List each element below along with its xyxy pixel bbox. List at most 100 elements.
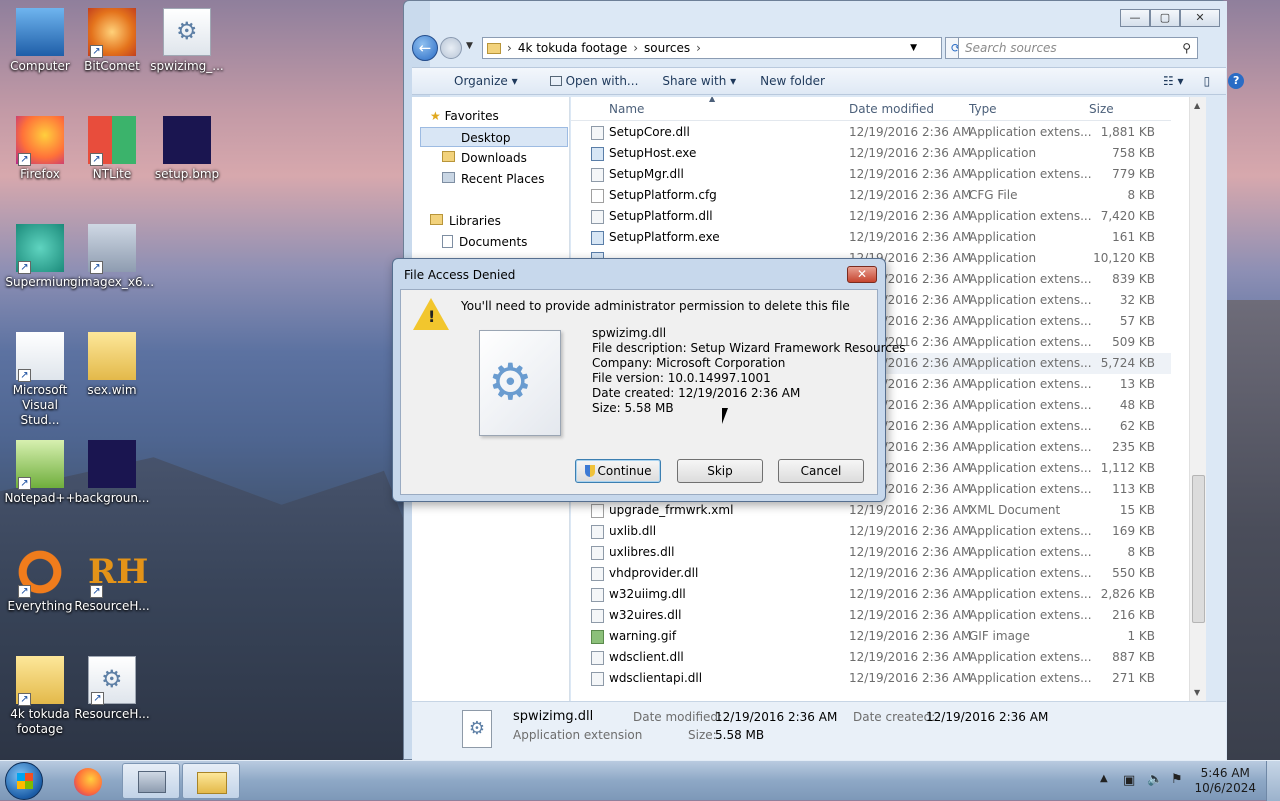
desktop-icon-label: 4k tokuda footage [10, 707, 70, 736]
file-row[interactable]: wdsclient.dll 12/19/2016 2:36 AM Applicati… [571, 647, 1171, 668]
forward-button[interactable] [440, 37, 462, 59]
desktop-icon[interactable]: sex.wim [74, 332, 150, 398]
dll-file-icon [591, 588, 604, 602]
file-row[interactable]: warning.gif 12/19/2016 2:36 AM GIF image 1 … [571, 626, 1171, 647]
desktop-icon-label: backgroun... [74, 491, 150, 505]
file-info: spwizimg.dll File description: Setup Wiz… [592, 326, 905, 416]
exe-file-icon [591, 231, 604, 245]
desktop-icon[interactable]: ⚙ spwizimg_... [149, 8, 225, 74]
nav-downloads[interactable]: Downloads [442, 148, 527, 168]
file-row[interactable]: SetupHost.exe 12/19/2016 2:36 AM Applicati… [571, 143, 1171, 164]
desktop-icon[interactable]: ↗ Firefox [2, 116, 78, 182]
dll-file-icon [591, 525, 604, 539]
search-input[interactable]: Search sources ⚲ [958, 37, 1198, 59]
recent-pages-icon[interactable]: ▼ [466, 41, 473, 51]
desktop-icon[interactable]: setup.bmp [149, 116, 225, 182]
file-row[interactable]: w32uiimg.dll 12/19/2016 2:36 AM Applicatio… [571, 584, 1171, 605]
file-size: 32 KB [1119, 293, 1155, 307]
desktop-icon[interactable]: ↗ Microsoft Visual Stud... [2, 332, 78, 428]
file-size: 216 KB [1112, 608, 1155, 622]
file-info-description: File description: Setup Wizard Framework… [592, 341, 906, 355]
column-date[interactable]: Date modified [849, 102, 934, 116]
file-size: 839 KB [1112, 272, 1155, 286]
details-pane: ⚙ spwizimg.dll Application extension Dat… [412, 701, 1226, 761]
continue-button[interactable]: Continue [575, 459, 661, 483]
file-row[interactable]: vhdprovider.dll 12/19/2016 2:36 AM Applica… [571, 563, 1171, 584]
file-type: Application [969, 251, 1037, 265]
taskbar-explorer[interactable] [182, 763, 240, 799]
file-row[interactable]: SetupPlatform.cfg 12/19/2016 2:36 AM CFG F… [571, 185, 1171, 206]
desktop-icon[interactable]: ↗ Notepad++ [2, 440, 78, 506]
scroll-up-icon[interactable]: ▲ [1194, 101, 1200, 110]
desktop-icon[interactable]: ↗ Everything [2, 548, 78, 614]
file-type: Application extens... [969, 461, 1092, 475]
back-button[interactable]: ← [412, 35, 438, 61]
maximize-button[interactable]: ▢ [1150, 9, 1180, 27]
desktop-icon[interactable]: ↗ 4k tokuda footage [2, 656, 78, 737]
file-size: 1,881 KB [1100, 125, 1155, 139]
file-row[interactable]: SetupPlatform.dll 12/19/2016 2:36 AM Appli… [571, 206, 1171, 227]
dialog-close-button[interactable]: ✕ [847, 266, 877, 283]
start-button[interactable] [5, 762, 43, 800]
file-row[interactable]: uxlib.dll 12/19/2016 2:36 AM Application e… [571, 521, 1171, 542]
dll-file-icon [591, 168, 604, 182]
nav-desktop[interactable]: Desktop [420, 127, 568, 147]
action-center-icon[interactable]: ▣ [1123, 773, 1135, 788]
desktop-icon[interactable]: ⚙ ↗ ResourceH... [74, 656, 150, 722]
file-list-scrollbar[interactable]: ▲ ▼ [1189, 97, 1206, 701]
show-desktop-button[interactable] [1266, 761, 1280, 801]
nav-favorites[interactable]: ★ Favorites [430, 106, 499, 126]
share-with-button[interactable]: Share with ▾ [650, 74, 748, 88]
desktop-icon[interactable]: Computer [2, 8, 78, 74]
breadcrumb-folder[interactable]: 4k tokuda footage [518, 41, 627, 55]
volume-icon[interactable]: 🔈 [1147, 772, 1163, 787]
notepadpp-icon: ↗ [16, 440, 64, 490]
skip-button[interactable]: Skip [677, 459, 763, 483]
flag-icon[interactable]: ⚑ [1171, 772, 1183, 787]
scroll-down-icon[interactable]: ▼ [1194, 688, 1200, 697]
column-size[interactable]: Size [1089, 102, 1114, 116]
desktop-icon-label: spwizimg_... [150, 59, 224, 73]
view-options-icon[interactable]: ☷ ▾ [1151, 74, 1196, 88]
address-bar[interactable]: › 4k tokuda footage › sources › ▼ [482, 37, 942, 59]
nav-libraries-label: Libraries [449, 214, 501, 228]
show-hidden-icons[interactable]: ▲ [1100, 773, 1108, 784]
scrollbar-thumb[interactable] [1192, 475, 1205, 623]
address-dropdown-icon[interactable]: ▼ [910, 43, 917, 53]
desktop-icon[interactable]: RH ↗ ResourceH... [74, 548, 150, 614]
desktop-icon[interactable]: backgroun... [74, 440, 150, 506]
file-size: 169 KB [1112, 524, 1155, 538]
new-folder-button[interactable]: New folder [748, 74, 837, 88]
file-row[interactable]: wdsclientapi.dll 12/19/2016 2:36 AM Applic… [571, 668, 1171, 689]
desktop-icon[interactable]: ↗ BitComet [74, 8, 150, 74]
system-clock[interactable]: 5:46 AM 10/6/2024 [1194, 766, 1256, 796]
file-row[interactable]: SetupPlatform.exe 12/19/2016 2:36 AM Appli… [571, 227, 1171, 248]
shortcut-arrow-icon: ↗ [18, 369, 31, 382]
organize-button[interactable]: Organize ▾ [442, 74, 530, 88]
preview-pane-icon[interactable]: ▯ [1196, 74, 1219, 88]
nav-recent-places[interactable]: Recent Places [442, 169, 544, 189]
column-name[interactable]: Name [609, 102, 644, 116]
file-row[interactable]: w32uires.dll 12/19/2016 2:36 AM Applicatio… [571, 605, 1171, 626]
nav-libraries[interactable]: Libraries [430, 211, 501, 231]
file-row[interactable]: uxlibres.dll 12/19/2016 2:36 AM Applicatio… [571, 542, 1171, 563]
open-with-button[interactable]: Open with... [538, 74, 651, 88]
taskbar-imagex[interactable] [122, 763, 180, 799]
dialog-title: File Access Denied [404, 268, 516, 282]
file-row[interactable]: upgrade_frmwrk.xml 12/19/2016 2:36 AM XML … [571, 500, 1171, 521]
file-row[interactable]: SetupCore.dll 12/19/2016 2:36 AM Applicati… [571, 122, 1171, 143]
file-type: Application extens... [969, 335, 1092, 349]
minimize-button[interactable]: — [1120, 9, 1150, 27]
close-button[interactable]: ✕ [1180, 9, 1220, 27]
nav-documents[interactable]: Documents [442, 232, 527, 252]
column-type[interactable]: Type [969, 102, 997, 116]
cancel-button[interactable]: Cancel [778, 459, 864, 483]
desktop-icon[interactable]: ↗ Supermium [2, 224, 78, 290]
file-row[interactable]: SetupMgr.dll 12/19/2016 2:36 AM Applicatio… [571, 164, 1171, 185]
help-icon[interactable]: ? [1218, 73, 1254, 89]
desktop-icon[interactable]: ↗ NTLite [74, 116, 150, 182]
desktop-icon[interactable]: ↗ gimagex_x6... [70, 224, 154, 290]
imagex-icon: ↗ [88, 224, 136, 274]
breadcrumb-sources[interactable]: sources [644, 41, 690, 55]
taskbar-firefox[interactable] [60, 763, 118, 799]
